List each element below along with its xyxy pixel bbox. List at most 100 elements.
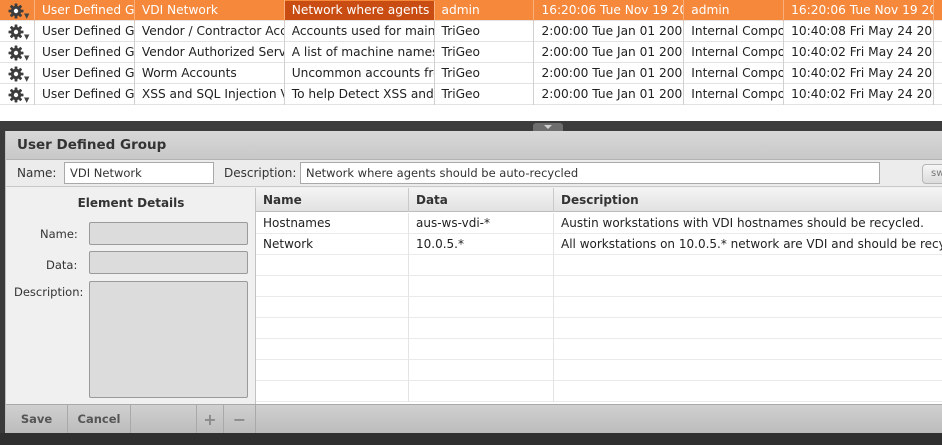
gear-icon[interactable]	[8, 24, 24, 40]
group-description-field[interactable]: Network where agents should be auto-recy…	[300, 162, 880, 184]
cell-element-data	[409, 276, 554, 297]
cell-element-description	[554, 255, 942, 276]
panel-title: User Defined Group	[17, 137, 167, 153]
group-name-row: Name: VDI Network Description: Network w…	[6, 160, 942, 187]
table-row-empty	[256, 255, 942, 276]
cell-modified-by: admin	[684, 0, 785, 21]
cell-created-by: admin	[435, 0, 535, 21]
elements-table: Name Data Description Hostnames aus-ws-vd…	[256, 188, 942, 404]
save-button[interactable]: Save	[6, 405, 68, 434]
caret-down-icon: ▼	[24, 96, 30, 104]
gear-icon[interactable]	[8, 66, 24, 82]
table-row-empty	[256, 381, 942, 402]
caret-down-icon: ▼	[24, 33, 30, 41]
cell-element-name	[256, 297, 409, 318]
cell-modified: 10:40:02 Fri May 24 2013	[784, 63, 935, 84]
cell-element-description	[554, 339, 942, 360]
cell-extra	[934, 21, 942, 42]
row-menu-cell[interactable]: ▼	[0, 21, 35, 42]
cell-element-name: Hostnames	[256, 213, 409, 234]
window-bottom-edge	[0, 433, 942, 445]
cell-created: 2:00:00 Tue Jan 01 2008	[534, 63, 685, 84]
group-row[interactable]: ▼ User Defined GroVendor / Contractor Acc…	[0, 21, 942, 42]
gear-icon[interactable]	[8, 45, 24, 61]
table-row-empty	[256, 276, 942, 297]
cell-modified-by: Internal Compon	[684, 21, 785, 42]
cell-modified-by: Internal Compon	[684, 84, 785, 105]
cell-element-name	[256, 318, 409, 339]
elements-table-header: Name Data Description	[256, 188, 942, 212]
cell-element-data	[409, 318, 554, 339]
cell-created: 2:00:00 Tue Jan 01 2008	[534, 21, 685, 42]
cell-name: VDI Network	[135, 0, 285, 21]
table-row[interactable]: Network 10.0.5.* All workstations on 10.0.…	[256, 234, 942, 255]
cell-created-by: TriGeo	[435, 21, 535, 42]
remove-element-button[interactable]: −	[224, 405, 256, 434]
element-description-label: Description:	[14, 285, 84, 299]
column-header-name[interactable]: Name	[256, 188, 409, 212]
caret-down-icon: ▼	[24, 12, 30, 20]
cell-name: Vendor / Contractor Accou	[135, 21, 285, 42]
cell-type: User Defined Gro	[35, 63, 135, 84]
cell-modified: 10:40:02 Fri May 24 2013	[784, 84, 935, 105]
cell-element-data	[409, 255, 554, 276]
sw-button[interactable]: sw	[922, 164, 942, 184]
element-data-label: Data:	[46, 258, 78, 272]
row-menu-cell[interactable]: ▼	[0, 42, 35, 63]
gear-icon[interactable]	[8, 87, 24, 103]
panel-toolbar: Save Cancel + −	[6, 404, 942, 434]
column-header-description[interactable]: Description	[554, 188, 942, 212]
cancel-button[interactable]: Cancel	[68, 405, 131, 434]
group-row[interactable]: ▼ User Defined GroVDI NetworkNetwork wher…	[0, 0, 942, 21]
cell-type: User Defined Gro	[35, 21, 135, 42]
cell-modified: 10:40:02 Fri May 24 2013	[784, 42, 935, 63]
cell-created: 16:20:06 Tue Nov 19 2013	[534, 0, 685, 21]
cell-extra	[934, 42, 942, 63]
cell-element-data: aus-ws-vdi-*	[409, 213, 554, 234]
row-menu-cell[interactable]: ▼	[0, 63, 35, 84]
splitter-collapse-handle[interactable]	[533, 123, 563, 131]
group-list-grid: ▼User Defined GroVDI NetworkNetwork wher…	[0, 0, 942, 121]
cell-element-data	[409, 339, 554, 360]
cell-element-name	[256, 360, 409, 381]
add-element-button[interactable]: +	[196, 405, 224, 434]
column-header-data[interactable]: Data	[409, 188, 554, 212]
table-row[interactable]: Hostnames aus-ws-vdi-* Austin workstations…	[256, 213, 942, 234]
cell-modified-by: Internal Compon	[684, 63, 785, 84]
cell-created: 2:00:00 Tue Jan 01 2008	[534, 84, 685, 105]
group-name-field[interactable]: VDI Network	[64, 162, 214, 184]
cell-extra	[934, 0, 942, 21]
caret-down-icon: ▼	[24, 75, 30, 83]
element-name-label: Name:	[40, 227, 78, 241]
cell-element-name	[256, 276, 409, 297]
cell-element-name: Network	[256, 234, 409, 255]
cell-element-description	[554, 276, 942, 297]
group-row[interactable]: ▼ User Defined GroXSS and SQL Injection V…	[0, 84, 942, 105]
splitter[interactable]	[0, 121, 942, 131]
cell-element-name	[256, 255, 409, 276]
element-description-field[interactable]	[89, 281, 248, 398]
group-row[interactable]: ▼ User Defined GroWorm AccountsUncommon a…	[0, 63, 942, 84]
cell-element-data	[409, 381, 554, 402]
cell-element-data	[409, 297, 554, 318]
cell-description: To help Detect XSS and S(	[285, 84, 435, 105]
cell-created: 2:00:00 Tue Jan 01 2008	[534, 42, 685, 63]
group-detail-panel: User Defined Group Name: VDI Network Des…	[5, 131, 942, 434]
cell-extra	[934, 63, 942, 84]
description-label: Description:	[224, 166, 297, 180]
element-name-field[interactable]	[89, 222, 248, 245]
group-row[interactable]: ▼ User Defined GroVendor Authorized Serve…	[0, 42, 942, 63]
row-menu-cell[interactable]: ▼	[0, 0, 35, 21]
cell-element-description	[554, 360, 942, 381]
element-details-pane: Element Details Name: Data: Description:	[6, 188, 256, 404]
cell-element-description	[554, 318, 942, 339]
element-data-field[interactable]	[89, 251, 248, 274]
cell-name: Vendor Authorized Servers	[135, 42, 285, 63]
cell-description: Uncommon accounts frequ	[285, 63, 435, 84]
cell-modified: 16:20:06 Tue Nov 19 2013	[784, 0, 935, 21]
row-menu-cell[interactable]: ▼	[0, 84, 35, 105]
cell-element-description: All workstations on 10.0.5.* network are…	[561, 237, 942, 251]
name-label: Name:	[17, 166, 57, 180]
gear-icon[interactable]	[8, 3, 24, 19]
caret-down-icon: ▼	[24, 54, 30, 62]
